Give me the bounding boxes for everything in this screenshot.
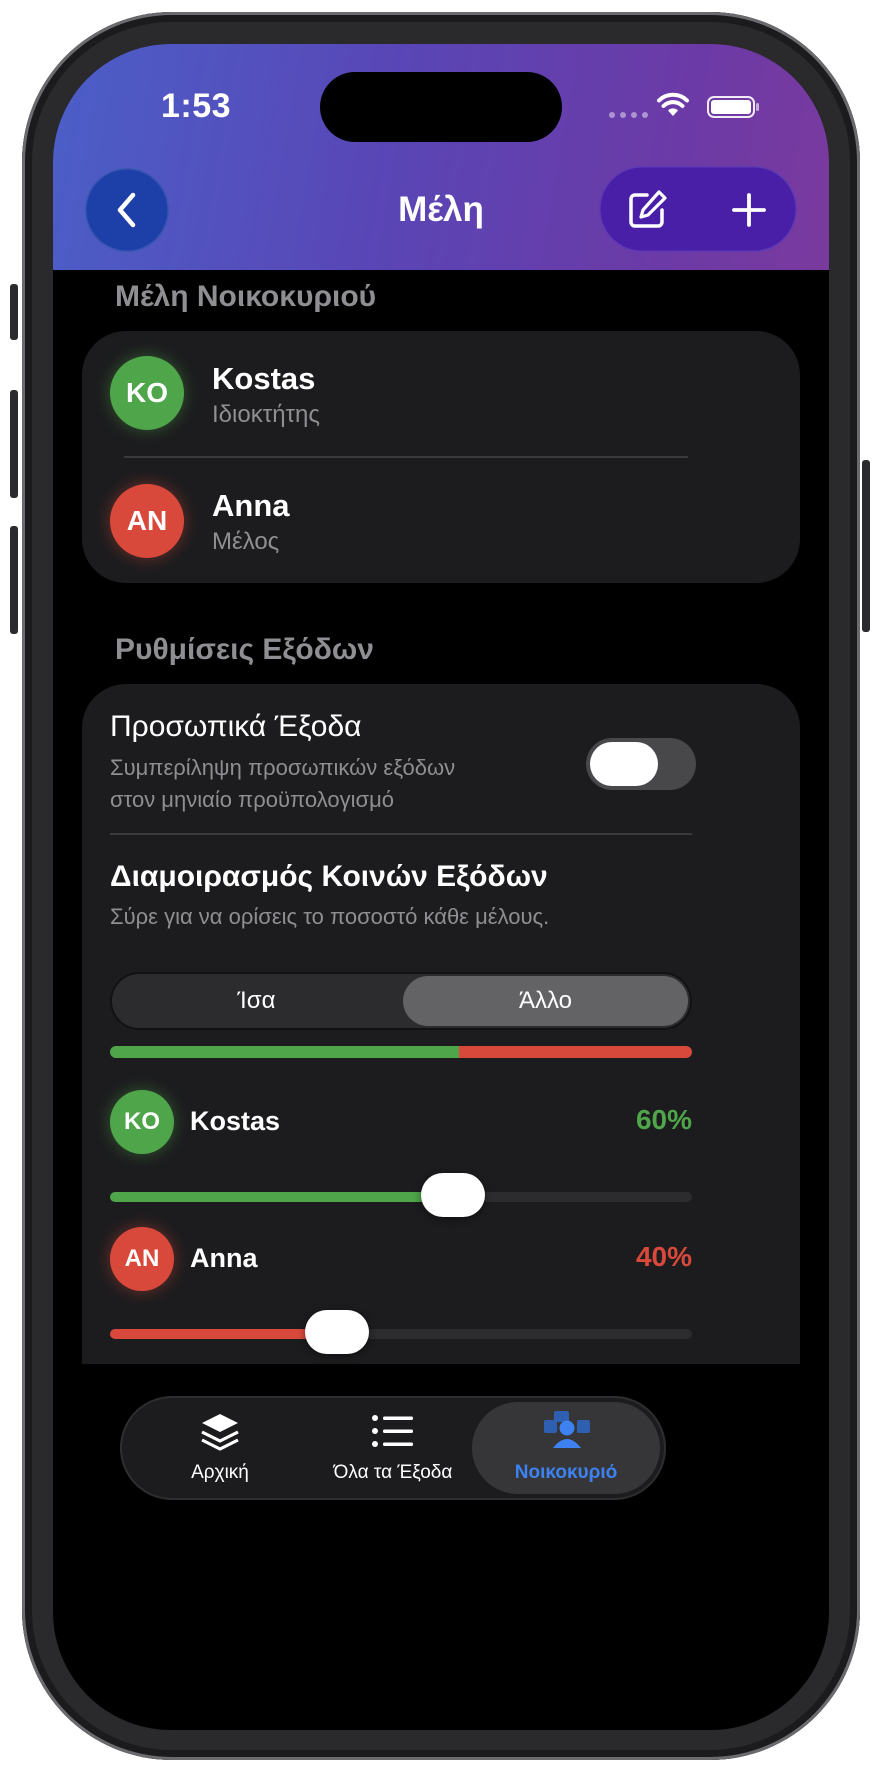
share-slider-kostas[interactable] — [110, 1173, 692, 1217]
layers-icon — [201, 1414, 239, 1451]
members-section-title: Μέλη Νοικοκυριού — [115, 280, 377, 313]
slider-fill — [110, 1329, 337, 1339]
member-name: Kostas — [212, 361, 316, 396]
member-row[interactable]: AN Anna Μέλος — [82, 457, 800, 583]
tab-household[interactable]: Νοικοκυριό — [472, 1396, 660, 1500]
share-percent: 40% — [635, 1241, 692, 1272]
volume-up-button — [10, 390, 18, 498]
split-bar-anna — [459, 1046, 692, 1058]
share-slider-anna[interactable] — [110, 1310, 692, 1354]
share-name: Kostas — [190, 1106, 281, 1136]
header: 1:53 Μέλη — [53, 44, 829, 270]
screen: 1:53 Μέλη Μέλη Νοικοκυριού KO Kostas Ιδι… — [53, 44, 829, 1730]
avatar: KO — [110, 1090, 174, 1154]
personal-expenses-title: Προσωπικά Έξοδα — [110, 710, 362, 743]
member-role: Ιδιοκτήτης — [212, 401, 320, 428]
action-button — [10, 284, 18, 340]
slider-thumb[interactable] — [421, 1173, 486, 1217]
split-bar-kostas — [110, 1046, 460, 1058]
avatar: KO — [110, 356, 184, 430]
slider-fill — [110, 1192, 454, 1202]
tab-bar: Αρχική Όλα τα Έξοδα Νοικοκυριό — [120, 1396, 666, 1500]
split-mode-segmented-control: Ίσα Άλλο — [110, 972, 692, 1030]
avatar: AN — [110, 1227, 174, 1291]
divider — [110, 833, 692, 835]
square-pencil-icon[interactable] — [623, 186, 671, 234]
plus-icon[interactable] — [725, 186, 773, 234]
power-button — [862, 460, 870, 632]
tab-label: Νοικοκυριό — [514, 1462, 618, 1483]
slider-thumb[interactable] — [304, 1310, 369, 1354]
description-line: στον μηνιαίο προϋπολογισμό — [110, 787, 394, 812]
share-row: KO Kostas 60% — [82, 1088, 720, 1158]
status-time: 1:53 — [161, 87, 232, 125]
member-role: Μέλος — [212, 528, 280, 555]
dynamic-island — [320, 72, 562, 142]
description-line: Συμπερίληψη προσωπικών εξόδων — [110, 755, 456, 780]
tab-all-expenses[interactable]: Όλα τα Έξοδα — [318, 1396, 468, 1500]
members-card: KO Kostas Ιδιοκτήτης AN Anna Μέλος — [82, 331, 800, 583]
toggle-knob — [590, 742, 658, 786]
header-actions — [599, 166, 797, 252]
volume-down-button — [10, 526, 18, 634]
tab-home[interactable]: Αρχική — [150, 1396, 290, 1500]
battery-icon — [707, 96, 759, 118]
personal-expenses-toggle[interactable] — [586, 738, 696, 790]
share-percent: 60% — [635, 1104, 692, 1135]
member-name: Anna — [212, 488, 290, 523]
segment-custom[interactable]: Άλλο — [403, 976, 688, 1026]
tab-label: Όλα τα Έξοδα — [333, 1462, 453, 1483]
segment-equal[interactable]: Ίσα — [114, 976, 399, 1026]
cellular-signal-icon — [609, 112, 648, 118]
expenses-card: Προσωπικά Έξοδα Συμπερίληψη προσωπικών ε… — [82, 684, 800, 1364]
split-subtitle: Σύρε για να ορίσεις το ποσοστό κάθε μέλο… — [110, 904, 550, 929]
split-ratio-bar — [110, 1046, 692, 1058]
tab-label: Αρχική — [191, 1462, 249, 1483]
personal-expenses-description: Συμπερίληψη προσωπικών εξόδων στον μηνια… — [110, 752, 455, 816]
wifi-icon — [657, 92, 689, 116]
list-icon — [372, 1415, 413, 1447]
avatar: AN — [110, 484, 184, 558]
split-title: Διαμοιρασμός Κοινών Εξόδων — [110, 860, 548, 893]
expenses-section-title: Ρυθμίσεις Εξόδων — [115, 633, 374, 666]
member-row[interactable]: KO Kostas Ιδιοκτήτης — [82, 331, 800, 457]
household-icon — [544, 1411, 590, 1448]
share-row: AN Anna 40% — [82, 1224, 720, 1294]
share-name: Anna — [190, 1243, 258, 1273]
